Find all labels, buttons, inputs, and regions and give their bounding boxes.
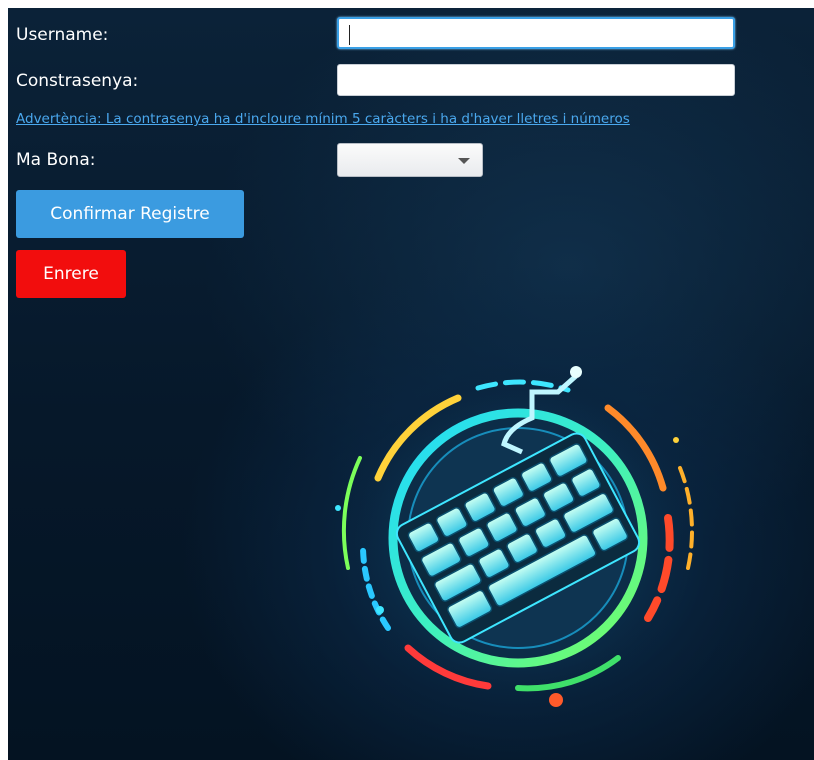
password-warning-link[interactable]: Advertència: La contrasenya ha d'inclour… [16, 111, 630, 127]
keyboard-logo-icon [335, 363, 694, 713]
password-label: Constrasenya: [16, 71, 139, 91]
hand-select[interactable] [337, 143, 483, 177]
password-input[interactable] [337, 64, 735, 96]
hand-label: Ma Bona: [16, 150, 96, 170]
text-caret [349, 25, 350, 45]
chevron-down-icon [458, 158, 470, 164]
username-input[interactable] [337, 17, 735, 49]
back-button[interactable]: Enrere [16, 250, 126, 298]
username-label: Username: [16, 25, 109, 45]
confirm-register-button[interactable]: Confirmar Registre [16, 190, 244, 238]
registration-window: Username: Constrasenya: Advertència: La … [8, 8, 814, 760]
